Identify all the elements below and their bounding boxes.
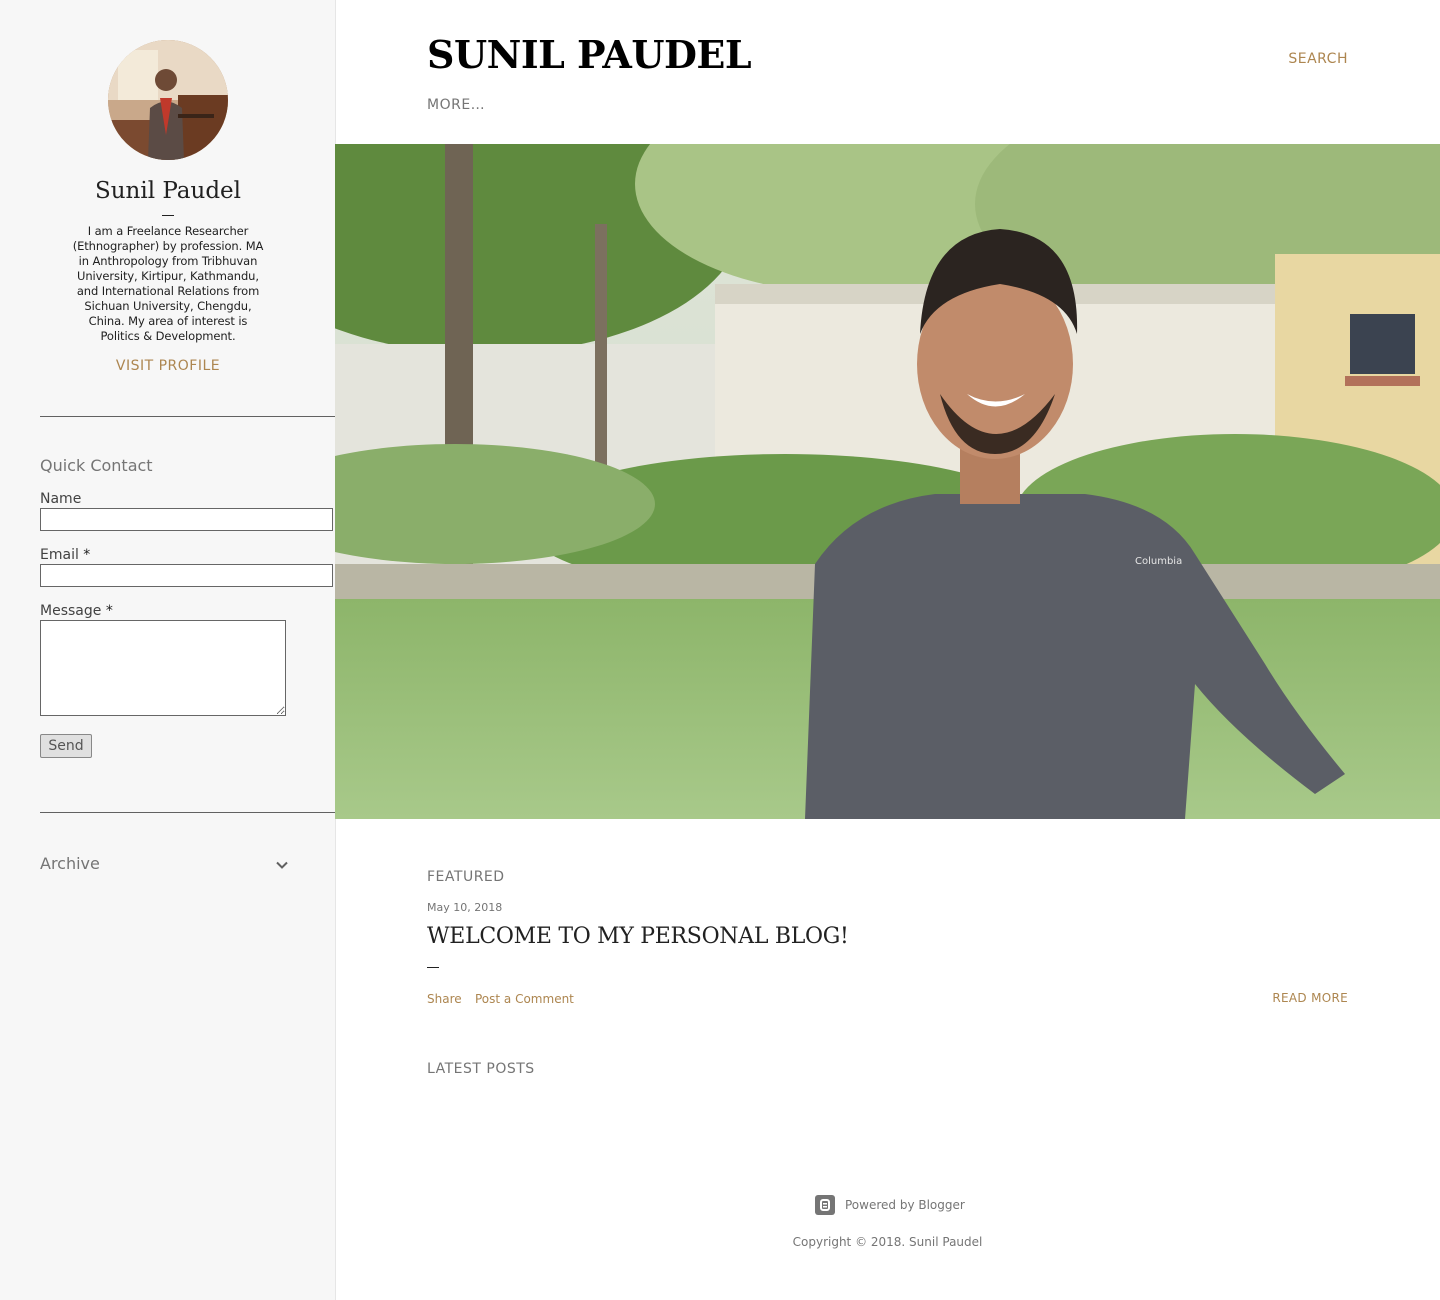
name-field[interactable] [40, 508, 333, 531]
sidebar-divider [40, 416, 336, 417]
email-label-text: Email [40, 547, 79, 563]
post-comment-link[interactable]: Post a Comment [475, 992, 574, 1006]
featured-section-label: FEATURED [427, 869, 505, 885]
search-button[interactable]: SEARCH [1288, 51, 1348, 67]
quick-contact-title: Quick Contact [40, 456, 153, 475]
copyright-text: Copyright © 2018. Sunil Paudel [792, 1235, 983, 1249]
archive-toggle[interactable]: Archive [40, 854, 295, 878]
name-divider [162, 215, 174, 216]
chevron-down-icon [276, 861, 288, 869]
post-title[interactable]: WELCOME TO MY PERSONAL BLOG! [427, 924, 849, 949]
message-required-mark: * [105, 603, 113, 619]
email-field-label: Email * [40, 547, 90, 563]
post-divider [427, 967, 439, 968]
email-required-mark: * [83, 547, 91, 563]
latest-posts-label: LATEST POSTS [427, 1061, 535, 1077]
read-more-link[interactable]: READ MORE [1272, 991, 1348, 1005]
visit-profile-link[interactable]: VISIT PROFILE [0, 358, 336, 374]
send-button[interactable]: Send [40, 734, 92, 758]
email-field[interactable] [40, 564, 333, 587]
sidebar: Sunil Paudel I am a Freelance Researcher… [0, 0, 336, 1300]
message-field[interactable] [40, 620, 286, 716]
profile-name: Sunil Paudel [94, 178, 242, 204]
post-date[interactable]: May 10, 2018 [427, 901, 502, 914]
archive-label: Archive [40, 854, 100, 873]
powered-by-blogger-link[interactable]: Powered by Blogger [815, 1194, 965, 1216]
profile-bio: I am a Freelance Researcher (Ethnographe… [72, 224, 264, 343]
powered-by-text: Powered by Blogger [845, 1198, 965, 1212]
message-label-text: Message [40, 603, 102, 619]
name-label-text: Name [40, 491, 82, 507]
name-field-label: Name [40, 491, 81, 507]
sidebar-divider [40, 812, 336, 813]
profile-avatar[interactable] [108, 40, 228, 160]
blogger-icon [815, 1195, 835, 1215]
message-field-label: Message * [40, 603, 113, 619]
more-menu-link[interactable]: MORE… [427, 97, 485, 113]
svg-text:Columbia: Columbia [1135, 556, 1182, 567]
header-image: Columbia [335, 144, 1440, 819]
share-button[interactable]: Share [427, 992, 462, 1006]
blog-title[interactable]: SUNIL PAUDEL [427, 32, 752, 77]
